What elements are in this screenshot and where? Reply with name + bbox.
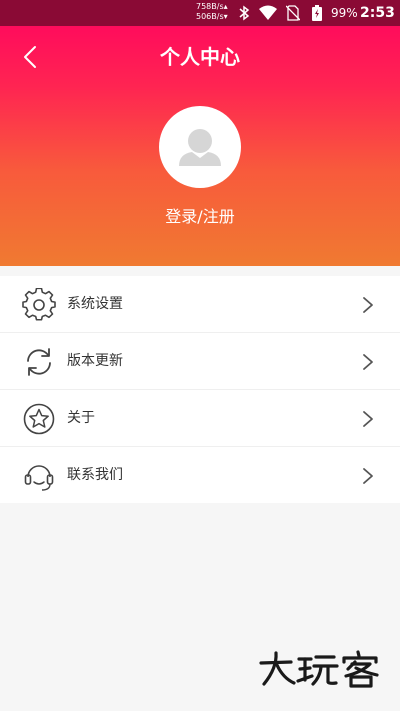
watermark-logo bbox=[259, 650, 379, 688]
net-speed-up: 758B/s bbox=[196, 2, 224, 11]
menu-item-label: 系统设置 bbox=[67, 296, 123, 312]
login-register-link[interactable]: 登录/注册 bbox=[0, 206, 400, 228]
status-bar: 758B/s▴ 506B/s▾ 99% 2:53 bbox=[0, 0, 400, 26]
battery-icon bbox=[312, 5, 322, 21]
wifi-icon bbox=[259, 5, 277, 20]
menu-item-label: 版本更新 bbox=[67, 353, 123, 369]
star-icon bbox=[23, 403, 55, 435]
menu-item-label: 联系我们 bbox=[67, 467, 123, 483]
down-arrow-icon: ▾ bbox=[223, 12, 228, 21]
page-title: 个人中心 bbox=[160, 45, 240, 69]
menu-item-about[interactable]: 关于 bbox=[0, 390, 400, 447]
avatar[interactable] bbox=[159, 106, 241, 188]
chevron-right-icon bbox=[363, 468, 373, 484]
profile-header: 个人中心 登录/注册 bbox=[0, 26, 400, 266]
screen: 758B/s▴ 506B/s▾ 99% 2:53 个人中心 登录/注册 系统设置… bbox=[0, 0, 400, 711]
settings-menu: 系统设置 版本更新 关于 联系我们 bbox=[0, 276, 400, 503]
menu-item-contact-us[interactable]: 联系我们 bbox=[0, 447, 400, 503]
network-speed: 758B/s▴ 506B/s▾ bbox=[196, 2, 228, 22]
up-arrow-icon: ▴ bbox=[223, 2, 228, 11]
bluetooth-icon bbox=[239, 5, 250, 21]
refresh-icon bbox=[27, 348, 51, 376]
chevron-right-icon bbox=[363, 354, 373, 370]
net-speed-down: 506B/s bbox=[196, 12, 224, 21]
no-sim-icon bbox=[286, 5, 300, 21]
menu-item-version-update[interactable]: 版本更新 bbox=[0, 333, 400, 390]
chevron-right-icon bbox=[363, 411, 373, 427]
battery-percent: 99% bbox=[331, 6, 358, 20]
chevron-right-icon bbox=[363, 297, 373, 313]
headset-icon bbox=[24, 465, 54, 491]
gear-icon bbox=[22, 288, 56, 321]
menu-item-system-settings[interactable]: 系统设置 bbox=[0, 276, 400, 333]
user-silhouette-icon bbox=[179, 129, 221, 166]
clock: 2:53 bbox=[360, 5, 395, 21]
menu-item-label: 关于 bbox=[67, 410, 95, 426]
